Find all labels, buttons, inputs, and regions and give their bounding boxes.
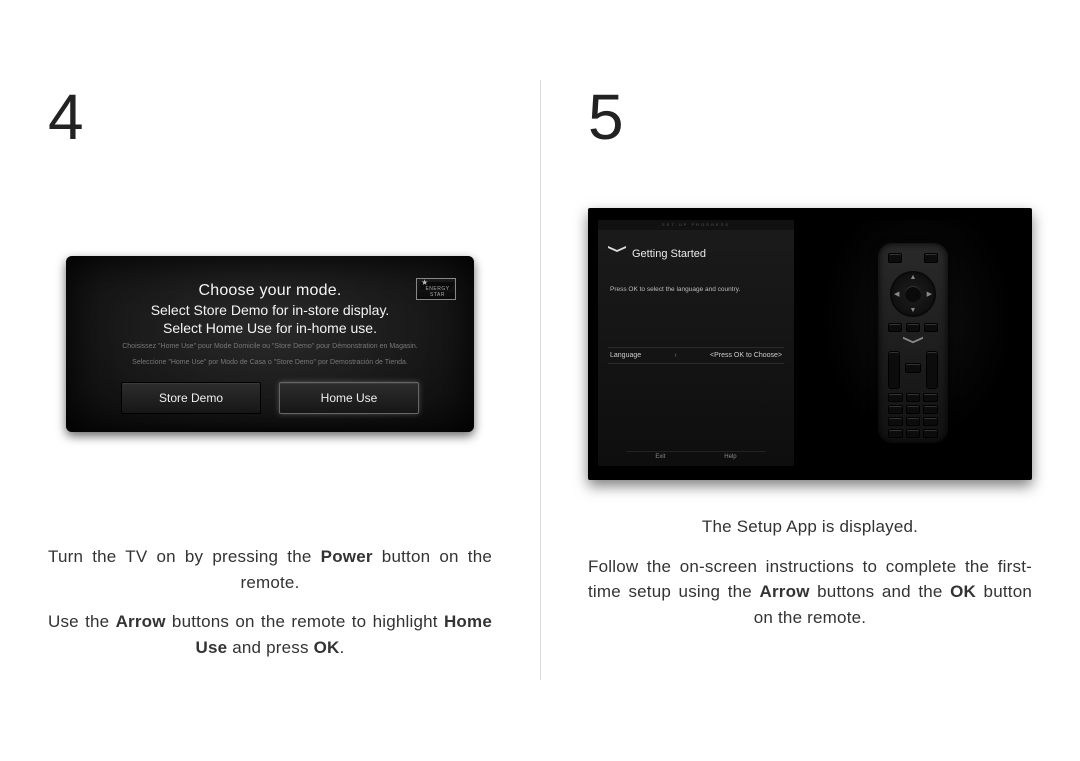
- tv-setup-screen: SET-UP PROGRESS Getting Started Press OK…: [588, 208, 1032, 480]
- remote-key-5: [906, 405, 921, 414]
- step-number-4: 4: [48, 80, 492, 154]
- remote-mute-button: [905, 363, 921, 373]
- remote-volume-rocker: [888, 351, 900, 389]
- page-step-5: 5 SET-UP PROGRESS Getting Started Press …: [540, 0, 1080, 761]
- remote-key-9: [923, 417, 938, 426]
- tv-mode-dialog: ENERGY STAR Choose your mode. Select Sto…: [66, 256, 474, 432]
- remote-control: ▲ ▼ ◀ ▶: [878, 243, 948, 443]
- page-step-4: 4 ENERGY STAR Choose your mode. Select S…: [0, 0, 540, 761]
- dpad-right-icon: ▶: [927, 290, 932, 298]
- language-label: Language: [610, 352, 641, 359]
- remote-key-8: [906, 417, 921, 426]
- instructions-step-4: Turn the TV on by pressing the Power but…: [48, 544, 492, 674]
- remote-channel-rocker: [926, 351, 938, 389]
- figure-step-5: SET-UP PROGRESS Getting Started Press OK…: [588, 204, 1032, 484]
- energy-star-icon: ENERGY STAR: [416, 278, 456, 300]
- remote-key-0: [906, 429, 921, 438]
- setup-panel-footer: Exit Help: [626, 451, 766, 460]
- step5-para-1: The Setup App is displayed.: [588, 514, 1032, 540]
- step5-para-2: Follow the on-screen instructions to com…: [588, 554, 1032, 631]
- remote-key-4: [888, 405, 903, 414]
- step-number-5: 5: [588, 80, 1032, 154]
- remote-key-dash: [923, 429, 938, 438]
- store-demo-button[interactable]: Store Demo: [121, 382, 261, 414]
- setup-panel: SET-UP PROGRESS Getting Started Press OK…: [598, 220, 794, 466]
- remote-key-pic: [888, 429, 903, 438]
- home-use-button[interactable]: Home Use: [279, 382, 419, 414]
- mode-sub-2: Select Home Use for in-home use.: [88, 320, 452, 336]
- chevron-right-icon: ›: [674, 352, 676, 359]
- remote-key-1: [888, 393, 903, 402]
- remote-key-6: [923, 405, 938, 414]
- remote-power-button: [924, 253, 938, 263]
- setup-progress-band: SET-UP PROGRESS: [598, 220, 794, 230]
- mode-fine-es: Seleccione "Home Use" por Modo de Casa o…: [88, 358, 452, 368]
- remote-menu-button: [924, 323, 938, 332]
- remote-illustration-area: ▲ ▼ ◀ ▶: [804, 220, 1022, 466]
- remote-key-3: [923, 393, 938, 402]
- mode-fine-fr: Choisissez "Home Use" pour Mode Domicile…: [88, 342, 452, 352]
- setup-panel-hint: Press OK to select the language and coun…: [608, 286, 784, 293]
- mode-sub-1: Select Store Demo for in-store display.: [88, 302, 452, 318]
- remote-key-2: [906, 393, 921, 402]
- remote-input-button: [888, 253, 902, 263]
- dpad-left-icon: ◀: [894, 290, 899, 298]
- figure-step-4: ENERGY STAR Choose your mode. Select Sto…: [48, 204, 492, 484]
- mode-title: Choose your mode.: [88, 282, 452, 300]
- remote-key-7: [888, 417, 903, 426]
- instructions-step-5: The Setup App is displayed. Follow the o…: [588, 514, 1032, 644]
- remote-guide-button: [906, 323, 920, 332]
- language-value: <Press OK to Choose>: [710, 352, 782, 359]
- dpad-down-icon: ▼: [910, 307, 917, 314]
- remote-logo-icon: [903, 337, 923, 345]
- dpad-up-icon: ▲: [910, 274, 917, 281]
- footer-exit-button[interactable]: Exit: [655, 454, 665, 460]
- remote-back-button: [888, 323, 902, 332]
- vizio-icon: [608, 248, 626, 260]
- step4-para-2: Use the Arrow buttons on the remote to h…: [48, 609, 492, 660]
- step4-para-1: Turn the TV on by pressing the Power but…: [48, 544, 492, 595]
- language-row[interactable]: Language › <Press OK to Choose>: [608, 347, 784, 364]
- remote-numpad: [888, 393, 938, 433]
- setup-panel-title: Getting Started: [632, 248, 706, 260]
- footer-help-button[interactable]: Help: [724, 454, 736, 460]
- remote-dpad: ▲ ▼ ◀ ▶: [890, 271, 936, 317]
